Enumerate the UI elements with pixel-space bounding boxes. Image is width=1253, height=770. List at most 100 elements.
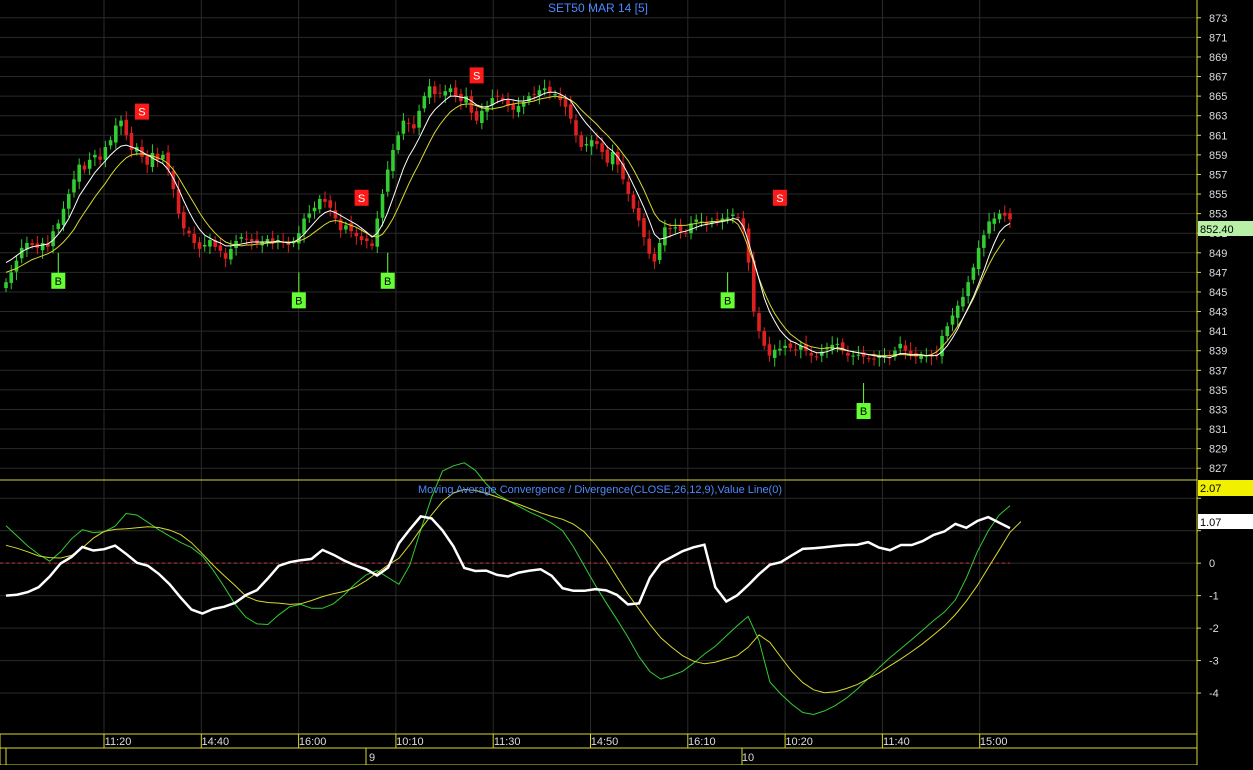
price-tick-label: 835 [1209,385,1227,397]
candle-body [982,235,986,248]
candle-body [903,345,908,351]
signal-label: B [295,295,302,307]
candle-body [725,217,730,219]
candle-body [239,237,244,239]
candle-body [40,243,45,251]
price-tick-label: 867 [1209,72,1227,84]
candle-body [731,214,735,216]
price-tick-label: 869 [1209,52,1227,64]
signal-label-box: 1.07 [1198,514,1253,529]
candle-body [145,155,149,165]
candle-body [480,110,484,123]
buy-signal-marker: B [380,272,395,289]
candle-body [422,96,427,109]
candle-body [642,218,646,238]
candle-body [548,86,552,93]
macd-tick-label: 0 [1209,558,1215,570]
candle-body [678,224,683,232]
candle-body [344,225,348,230]
candle-body [406,122,411,124]
chart-title: SET50 MAR 14 [5] [548,1,648,15]
candle-body [574,120,578,136]
price-label-box: 852.40 [1198,221,1253,236]
candle-body [181,212,186,229]
candle-body [391,149,395,172]
time-tick-label: 10:20 [785,736,813,748]
candle-body [997,213,1002,220]
candle-body [495,95,500,97]
candle-body [312,207,317,212]
candle-body [767,344,772,356]
candle-body [359,236,364,241]
candle-body [208,240,212,247]
candle-body [396,135,400,150]
candle-body [867,358,871,360]
candle-body [443,91,448,96]
candle-body [772,349,777,358]
candle-body [976,247,981,270]
candle-body [448,88,453,93]
candle-body [380,194,385,218]
candle-body [72,179,76,193]
macd-value-label: 2.07 [1200,483,1221,495]
price-tick-label: 849 [1209,248,1227,260]
candle-body [333,210,338,219]
candle-body [4,282,8,289]
candle-body [229,248,233,260]
price-tick-label: 871 [1209,32,1227,44]
buy-signal-marker: B [856,403,871,420]
candle-body [856,354,861,356]
chart-container: B S B S B S B S B 873 871 869 867 865 863 861 859 857 855… [0,0,1253,766]
price-tick-label: 861 [1209,130,1227,142]
buy-signal-marker: B [51,272,66,289]
price-tick-label: 833 [1209,404,1227,416]
candle-body [155,153,160,160]
candle-body [124,119,129,136]
price-tick-label: 855 [1209,189,1227,201]
candle-body [835,343,840,345]
candle-body [317,198,322,210]
signal-label: S [358,193,365,205]
candle-body [401,120,406,134]
candle-body [218,245,223,251]
candle-body [417,110,421,128]
candle-body [814,356,819,358]
candle-body [652,253,657,262]
price-tick-label: 873 [1209,13,1227,25]
price-tick-label: 831 [1209,424,1227,436]
candle-body [600,143,604,152]
candle-body [108,140,113,146]
candle-body [307,213,312,218]
candle-body [955,305,960,318]
signal-label: B [860,406,867,418]
candle-body [605,149,610,163]
candle-body [244,238,249,240]
candle-body [563,99,568,107]
candle-body [715,219,719,221]
candle-body [474,111,479,121]
signal-label: S [776,193,783,205]
candle-body [595,140,599,145]
signal-label: S [473,70,480,82]
candle-body [683,232,688,234]
sell-signal-marker: S [772,189,787,206]
candle-body [82,165,87,170]
sell-signal-marker: S [134,103,149,120]
candle-body [919,355,923,359]
price-tick-label: 837 [1209,365,1227,377]
price-label: 852.40 [1200,224,1234,236]
candle-body [751,260,756,312]
candle-body [663,227,667,246]
candle-body [114,125,118,143]
candle-body [516,105,521,113]
candle-body [945,326,950,337]
candle-body [61,208,66,225]
candle-body [626,181,631,195]
time-tick-label: 16:10 [688,736,716,748]
candle-body [610,151,615,165]
candle-body [93,154,97,158]
candle-body [966,282,970,297]
candle-body [851,355,855,357]
price-tick-label: 845 [1209,287,1227,299]
candle-body [370,243,374,246]
